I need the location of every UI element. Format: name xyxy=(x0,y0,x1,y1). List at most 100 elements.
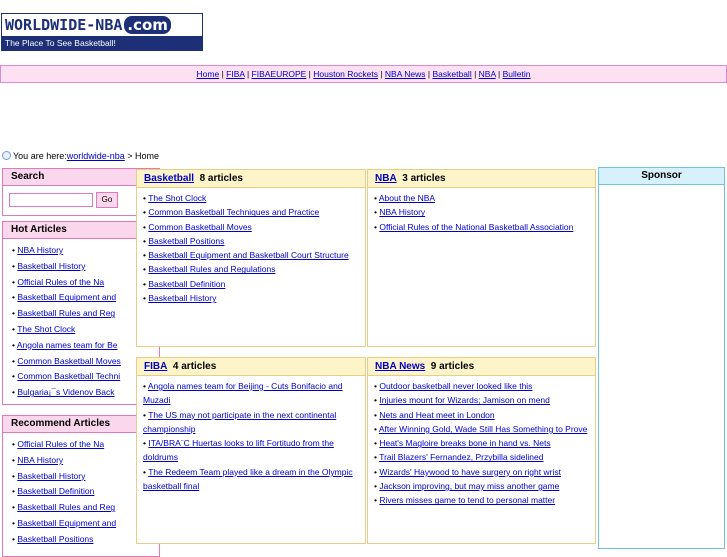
nav-link-fiba[interactable]: FIBA xyxy=(226,69,244,79)
logo-com-badge: .com xyxy=(124,16,171,34)
article-link[interactable]: Basketball Positions xyxy=(148,236,224,246)
breadcrumb-separator: > xyxy=(124,151,136,161)
list-item: Jackson improving, but may miss another … xyxy=(374,479,592,493)
recommend-article-link[interactable]: NBA History xyxy=(17,455,63,465)
recommend-article-link[interactable]: Basketball Equipment and xyxy=(17,518,116,528)
hot-article-link[interactable]: Basketball Rules and Reg xyxy=(17,308,115,318)
article-link[interactable]: Official Rules of the National Basketbal… xyxy=(379,222,573,232)
top-nav-bar: Home | FIBA | FIBAEUROPE | Houston Rocke… xyxy=(0,65,727,83)
article-link[interactable]: After Winning Gold, Wade Still Has Somet… xyxy=(379,424,588,434)
hot-article-link[interactable]: The Shot Clock xyxy=(17,324,75,334)
article-link[interactable]: Outdoor basketball never looked like thi… xyxy=(379,381,532,391)
list-item: The Shot Clock xyxy=(143,191,362,205)
sponsor-panel: Sponsor xyxy=(598,167,725,549)
fiba-article-list: Angola names team for Beijing - Cuts Bon… xyxy=(137,376,365,493)
article-link[interactable]: Common Basketball Techniques and Practic… xyxy=(148,207,319,217)
article-link[interactable]: Injuries mount for Wizards; Jamison on m… xyxy=(379,395,550,405)
hot-article-link[interactable]: Basketball History xyxy=(17,261,85,271)
nav-separator: | xyxy=(244,69,252,79)
list-item: ITA/BRA¨C Huertas looks to lift Fortitud… xyxy=(143,436,362,465)
article-link[interactable]: Rivers misses game to tend to personal m… xyxy=(379,495,555,505)
search-go-button[interactable]: Go xyxy=(96,192,118,208)
recommend-article-link[interactable]: Basketball Rules and Reg xyxy=(17,502,115,512)
list-item: The US may not participate in the next c… xyxy=(143,408,362,437)
fiba-section: FIBA 4 articles Angola names team for Be… xyxy=(136,357,366,544)
hot-article-link[interactable]: Bulgaria¡¯s Videnov Back xyxy=(17,387,114,397)
recommend-article-link[interactable]: Basketball Positions xyxy=(17,534,93,544)
list-item: Rivers misses game to tend to personal m… xyxy=(374,493,592,507)
article-link[interactable]: The Shot Clock xyxy=(148,193,206,203)
breadcrumb: You are here:worldwide-nba > Home xyxy=(2,151,159,161)
article-link[interactable]: Trail Blazers' Fernandez, Przybilla side… xyxy=(379,452,543,462)
article-link[interactable]: Nets and Heat meet in London xyxy=(379,410,494,420)
article-link[interactable]: NBA History xyxy=(379,207,425,217)
hot-article-link[interactable]: Common Basketball Moves xyxy=(17,356,120,366)
list-item: Wizards' Haywood to have surgery on righ… xyxy=(374,465,592,479)
breadcrumb-current: Home xyxy=(135,151,160,161)
nba-news-section-link[interactable]: NBA News xyxy=(375,361,425,372)
list-item: About the NBA xyxy=(374,191,592,205)
article-link[interactable]: Basketball Equipment and Basketball Cour… xyxy=(148,250,348,260)
list-item: The Redeem Team played like a dream in t… xyxy=(143,465,362,494)
article-link[interactable]: About the NBA xyxy=(379,193,435,203)
nav-link-nba[interactable]: NBA xyxy=(479,69,496,79)
nav-link-basketball[interactable]: Basketball xyxy=(432,69,471,79)
nba-article-list: About the NBA NBA History Official Rules o… xyxy=(368,188,595,234)
sponsor-title: Sponsor xyxy=(599,168,724,185)
article-link[interactable]: The US may not participate in the next c… xyxy=(143,410,336,434)
nba-section: NBA 3 articles About the NBA NBA History O… xyxy=(367,169,596,347)
hot-article-link[interactable]: Basketball Equipment and xyxy=(17,292,116,302)
nav-link-home[interactable]: Home xyxy=(197,69,220,79)
article-link[interactable]: The Redeem Team played like a dream in t… xyxy=(143,467,353,491)
list-item: Outdoor basketball never looked like thi… xyxy=(374,379,592,393)
nav-link-houston-rockets[interactable]: Houston Rockets xyxy=(313,69,378,79)
article-link[interactable]: Heat's Magloire breaks bone in hand vs. … xyxy=(379,438,550,448)
nav-link-bulletin[interactable]: Bulletin xyxy=(503,69,531,79)
nav-separator: | xyxy=(495,69,503,79)
list-item: Basketball Equipment and Basketball Cour… xyxy=(143,248,362,262)
fiba-section-link[interactable]: FIBA xyxy=(144,361,167,372)
list-item: Official Rules of the National Basketbal… xyxy=(374,220,592,234)
article-link[interactable]: Basketball Rules and Regulations xyxy=(148,264,275,274)
list-item: Trail Blazers' Fernandez, Przybilla side… xyxy=(374,450,592,464)
search-input[interactable] xyxy=(9,193,93,207)
article-link[interactable]: Angola names team for Beijing - Cuts Bon… xyxy=(143,381,343,405)
breadcrumb-prefix: You are here: xyxy=(13,151,67,161)
hot-article-link[interactable]: Common Basketball Techni xyxy=(17,371,120,381)
nba-news-article-count: 9 articles xyxy=(430,361,475,372)
site-logo[interactable]: WORLDWIDE-NBA .com The Place To See Bask… xyxy=(1,13,203,51)
list-item: Basketball Definition xyxy=(143,277,362,291)
hot-article-link[interactable]: Angola names team for Be xyxy=(17,340,118,350)
nav-link-fibaeurope[interactable]: FIBAEUROPE xyxy=(252,69,307,79)
list-item: NBA History xyxy=(374,205,592,219)
basketball-section-link[interactable]: Basketball xyxy=(144,173,194,184)
list-item: Basketball Positions xyxy=(143,234,362,248)
article-link[interactable]: Common Basketball Moves xyxy=(148,222,251,232)
hot-article-link[interactable]: Official Rules of the Na xyxy=(17,277,104,287)
article-link[interactable]: Basketball History xyxy=(148,293,216,303)
fiba-article-count: 4 articles xyxy=(172,361,217,372)
list-item: Nets and Heat meet in London xyxy=(374,408,592,422)
list-item: Angola names team for Beijing - Cuts Bon… xyxy=(143,379,362,408)
nba-article-count: 3 articles xyxy=(402,173,446,184)
article-link[interactable]: ITA/BRA¨C Huertas looks to lift Fortitud… xyxy=(143,438,334,462)
recommend-article-link[interactable]: Basketball Definition xyxy=(17,486,94,496)
nba-section-link[interactable]: NBA xyxy=(375,173,397,184)
nba-news-section: NBA News 9 articles Outdoor basketball n… xyxy=(367,357,596,544)
basketball-section: Basketball 8 articles The Shot Clock Comm… xyxy=(136,169,366,347)
nba-news-article-list: Outdoor basketball never looked like thi… xyxy=(368,376,595,508)
basketball-article-count: 8 articles xyxy=(199,173,243,184)
breadcrumb-bullet-icon xyxy=(2,151,11,160)
article-link[interactable]: Wizards' Haywood to have surgery on righ… xyxy=(379,467,561,477)
article-link[interactable]: Basketball Definition xyxy=(148,279,225,289)
nav-separator: | xyxy=(471,69,479,79)
article-link[interactable]: Jackson improving, but may miss another … xyxy=(379,481,559,491)
nav-link-nba-news[interactable]: NBA News xyxy=(385,69,426,79)
list-item: After Winning Gold, Wade Still Has Somet… xyxy=(374,422,592,436)
recommend-article-link[interactable]: Official Rules of the Na xyxy=(17,439,104,449)
list-item: Heat's Magloire breaks bone in hand vs. … xyxy=(374,436,592,450)
hot-article-link[interactable]: NBA History xyxy=(17,245,63,255)
recommend-article-link[interactable]: Basketball History xyxy=(17,471,85,481)
nav-separator: | xyxy=(377,69,385,79)
breadcrumb-link-home[interactable]: worldwide-nba xyxy=(67,151,125,161)
